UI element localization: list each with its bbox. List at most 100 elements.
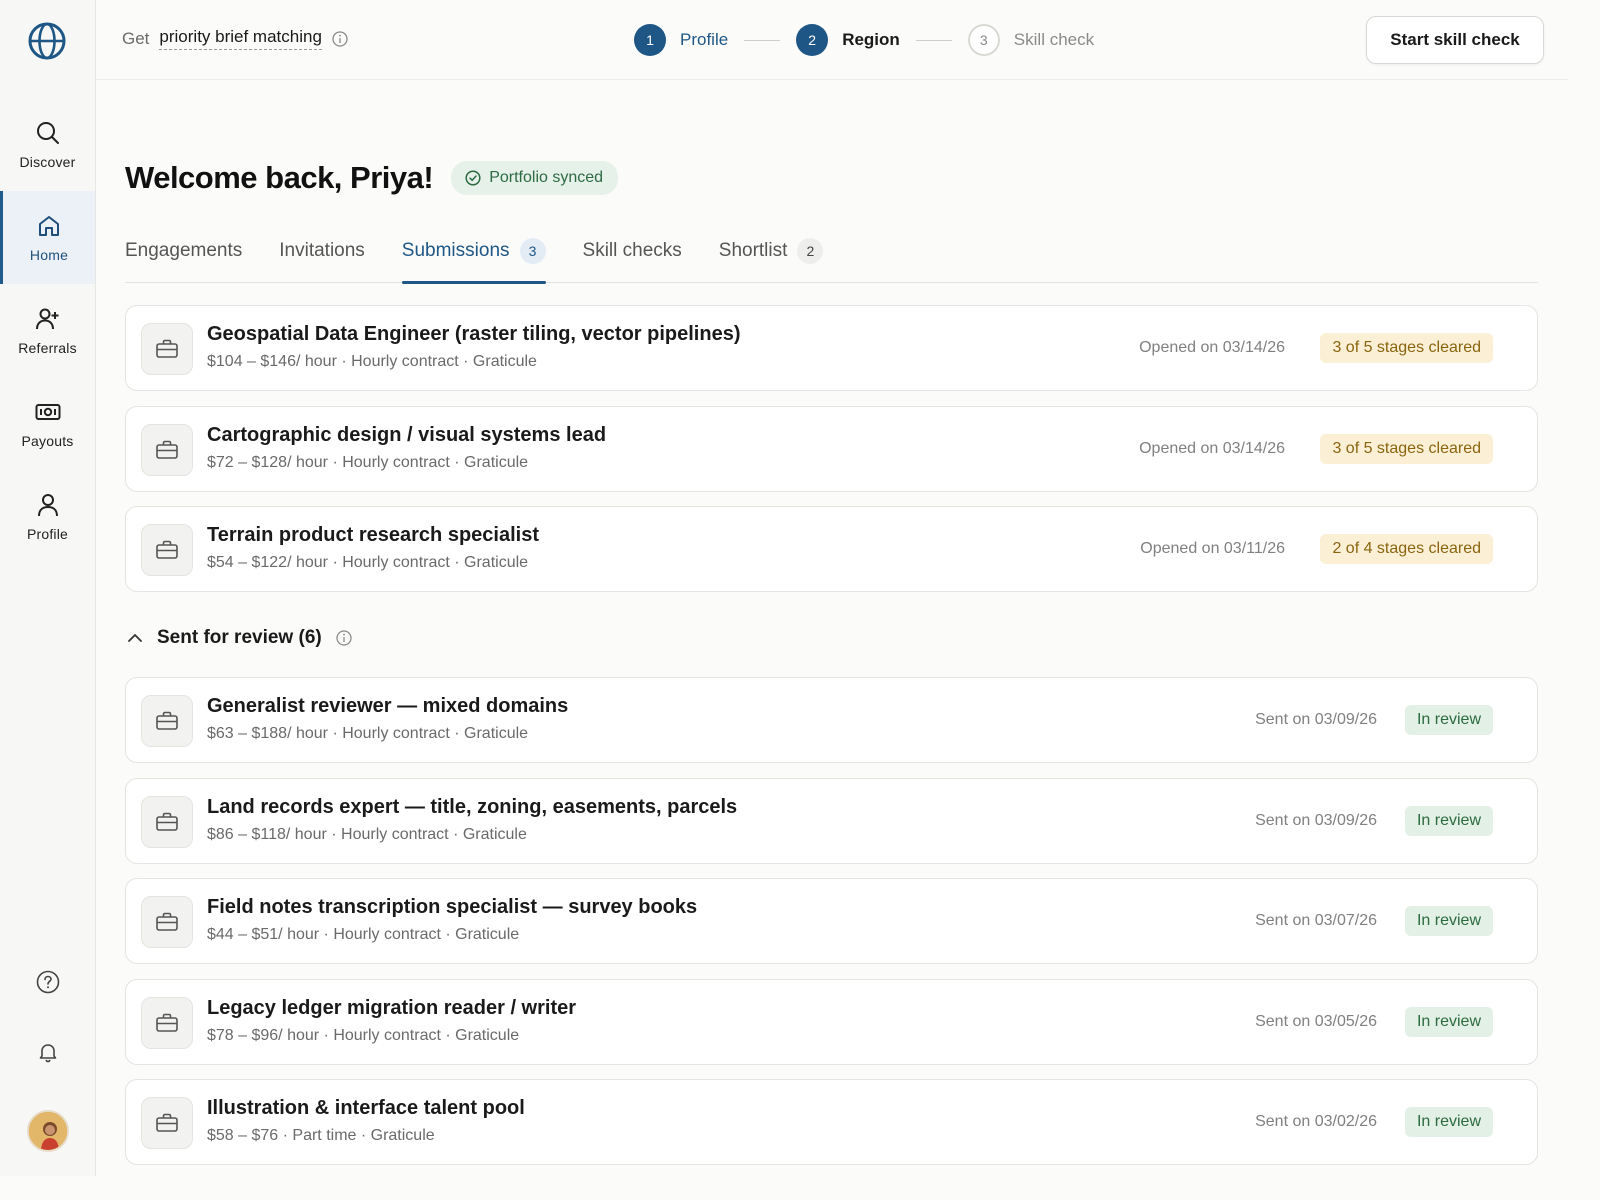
tab-bar: Engagements Invitations Submissions 3 Ski… — [125, 232, 1538, 284]
onboarding-stepper: 1 Profile 2 Region 3 Skill check — [634, 24, 1094, 56]
tab-count-badge: 2 — [797, 238, 824, 264]
badge-label: Portfolio synced — [489, 169, 604, 186]
avatar[interactable] — [27, 1110, 69, 1152]
step-divider — [915, 39, 952, 41]
tab-invitations[interactable]: Invitations — [279, 232, 365, 283]
sidebar-item-label: Home — [29, 246, 69, 263]
review-card[interactable]: Legacy ledger migration reader / writer … — [125, 979, 1538, 1065]
check-circle-icon — [465, 170, 481, 186]
step-number: 3 — [967, 24, 1000, 56]
job-title: Terrain product research specialist — [207, 524, 539, 546]
sidebar: Discover Home Referrals Payouts Profile — [0, 0, 96, 1176]
job-meta: $72 – $128/ hour · Hourly contract · Gra… — [207, 454, 529, 471]
step-label: Profile — [680, 30, 729, 49]
job-meta: $78 – $96/ hour · Hourly contract · Grat… — [207, 1027, 520, 1044]
job-meta: $58 – $76 · Part time · Graticule — [207, 1127, 435, 1144]
review-card[interactable]: Generalist reviewer — mixed domains $63 … — [125, 677, 1538, 763]
job-title: Land records expert — title, zoning, eas… — [207, 796, 738, 818]
banknote-icon — [35, 403, 60, 420]
home-icon — [39, 215, 59, 236]
submission-card[interactable]: Cartographic design / visual systems lea… — [125, 406, 1538, 492]
sidebar-item-profile[interactable]: Profile — [0, 470, 95, 563]
briefcase-icon — [141, 896, 193, 948]
sidebar-item-label: Profile — [26, 525, 69, 542]
promo-prefix: Get — [122, 28, 150, 48]
globe-logo-icon[interactable] — [28, 22, 66, 60]
briefcase-icon — [141, 695, 193, 747]
tab-count-badge: 3 — [519, 238, 546, 264]
step-profile[interactable]: 1 Profile — [634, 24, 728, 56]
job-title: Generalist reviewer — mixed domains — [207, 695, 569, 717]
briefcase-icon — [141, 1097, 193, 1149]
sent-date: Sent on 03/09/26 — [1255, 711, 1377, 728]
tab-engagements[interactable]: Engagements — [125, 232, 242, 283]
opened-date: Opened on 03/11/26 — [1140, 540, 1285, 557]
tab-skill-checks[interactable]: Skill checks — [583, 232, 682, 283]
tab-shortlist[interactable]: Shortlist 2 — [719, 232, 824, 283]
tab-label: Engagements — [125, 240, 243, 261]
stage-progress-badge: 3 of 5 stages cleared — [1320, 434, 1493, 464]
job-meta: $104 – $146/ hour · Hourly contract · Gr… — [207, 353, 537, 370]
notifications-button[interactable] — [34, 1038, 62, 1066]
briefcase-icon — [141, 524, 193, 576]
tab-label: Skill checks — [582, 240, 682, 261]
sidebar-item-referrals[interactable]: Referrals — [0, 284, 95, 377]
stage-progress-badge: 3 of 5 stages cleared — [1320, 333, 1493, 363]
sent-date: Sent on 03/07/26 — [1255, 912, 1377, 929]
step-label: Skill check — [1013, 30, 1095, 49]
search-icon — [36, 121, 59, 144]
help-button[interactable] — [34, 968, 62, 996]
job-meta: $44 – $51/ hour · Hourly contract · Grat… — [207, 926, 520, 943]
sidebar-item-discover[interactable]: Discover — [0, 98, 95, 191]
top-header: Get priority brief matching 1 Profile 2 … — [96, 0, 1568, 80]
step-divider — [744, 39, 781, 41]
job-title: Legacy ledger migration reader / writer — [207, 997, 577, 1019]
avatar-photo-icon — [29, 1112, 67, 1150]
job-title: Field notes transcription specialist — s… — [207, 896, 698, 918]
briefcase-icon — [141, 323, 193, 375]
step-number: 2 — [796, 24, 829, 56]
sent-for-review-toggle[interactable]: Sent for review (6) — [125, 627, 352, 649]
help-icon — [36, 970, 60, 994]
start-skill-check-button[interactable]: Start skill check — [1366, 16, 1544, 64]
opened-date: Opened on 03/14/26 — [1139, 440, 1285, 457]
welcome-row: Welcome back, Priya! Portfolio synced — [125, 160, 619, 196]
job-title: Cartographic design / visual systems lea… — [207, 424, 607, 446]
step-skill-check[interactable]: 3 Skill check — [967, 24, 1095, 56]
page-title: Welcome back, Priya! — [125, 160, 434, 195]
sent-date: Sent on 03/02/26 — [1255, 1113, 1377, 1130]
briefcase-icon — [141, 997, 193, 1049]
briefcase-icon — [141, 796, 193, 848]
info-icon[interactable] — [336, 630, 352, 646]
user-icon — [37, 493, 58, 516]
user-plus-icon — [35, 308, 58, 329]
sidebar-item-home[interactable]: Home — [0, 191, 95, 284]
tab-submissions[interactable]: Submissions 3 — [401, 232, 546, 284]
review-card[interactable]: Field notes transcription specialist — s… — [125, 878, 1538, 964]
submission-card[interactable]: Geospatial Data Engineer (raster tiling,… — [125, 305, 1538, 391]
sent-date: Sent on 03/09/26 — [1255, 812, 1377, 829]
info-icon[interactable] — [332, 30, 348, 47]
tab-label: Shortlist — [718, 240, 788, 261]
sent-date: Sent on 03/05/26 — [1255, 1013, 1377, 1030]
briefcase-icon — [141, 424, 193, 476]
in-review-badge: In review — [1404, 1007, 1493, 1037]
submission-card[interactable]: Terrain product research specialist $54 … — [125, 506, 1538, 592]
step-number: 1 — [634, 24, 666, 56]
tab-label: Invitations — [279, 240, 365, 261]
review-card[interactable]: Land records expert — title, zoning, eas… — [125, 778, 1538, 864]
sidebar-item-label: Payouts — [21, 432, 74, 449]
priority-matching-link[interactable]: priority brief matching — [159, 27, 322, 50]
step-region[interactable]: 2 Region — [796, 24, 900, 56]
bell-icon — [39, 1044, 57, 1063]
job-meta: $63 – $188/ hour · Hourly contract · Gra… — [207, 725, 529, 742]
job-meta: $54 – $122/ hour · Hourly contract · Gra… — [207, 554, 529, 571]
sidebar-item-payouts[interactable]: Payouts — [0, 377, 95, 470]
review-card[interactable]: Illustration & interface talent pool $58… — [125, 1079, 1538, 1165]
chevron-up-icon — [128, 634, 142, 642]
job-meta: $86 – $118/ hour · Hourly contract · Gra… — [207, 826, 527, 843]
section-label: Sent for review (6) — [157, 627, 322, 648]
job-title: Illustration & interface talent pool — [207, 1097, 525, 1119]
tab-label: Submissions — [401, 240, 510, 261]
in-review-badge: In review — [1404, 806, 1493, 836]
